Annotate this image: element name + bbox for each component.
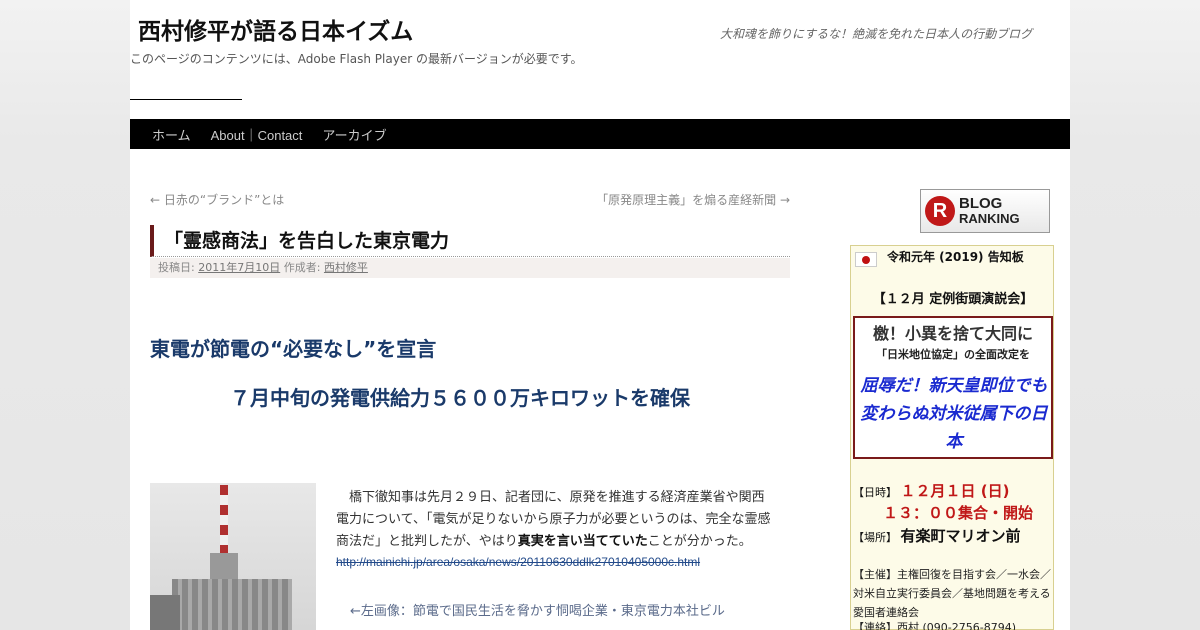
- ranking-text-line1: BLOG: [959, 195, 1003, 212]
- banner-line3: 屈辱だ！新天皇即位でも変わらぬ対米従属下の日本: [860, 376, 1048, 452]
- date-value: １２月１日 (日): [900, 482, 1010, 500]
- organizer-info: 【主催】主権回復を目指す会／一水会／対米自立実行委員会／基地問題を考える愛国者連…: [853, 568, 1051, 619]
- post-title: 「霊感商法」を告白した東京電力: [150, 225, 790, 257]
- nav-item-archive[interactable]: アーカイブ: [312, 125, 396, 144]
- place-label: 【場所】: [853, 531, 897, 544]
- posted-label: 投稿日:: [158, 261, 195, 274]
- ranking-logo-icon: R: [925, 196, 955, 226]
- article-subheadline: ７月中旬の発電供給力５６００万キロワットを確保: [230, 386, 690, 410]
- image-caption: ←左画像：節電で国民生活を脅かす恫喝企業・東京電力本社ビル: [350, 604, 725, 619]
- flash-notice: このページのコンテンツには、Adobe Flash Player の最新バージョ…: [130, 52, 583, 66]
- post-author-link[interactable]: 西村修平: [324, 261, 368, 274]
- event-banner[interactable]: 檄！小異を捨て大同に 「日米地位協定」の全面改定を 屈辱だ！新天皇即位でも変わら…: [853, 316, 1053, 459]
- site-title[interactable]: 西村修平が語る日本イズム: [138, 12, 413, 46]
- page-container: 西村修平が語る日本イズム 大和魂を飾りにするな！絶滅を免れた日本人の行動ブログ …: [130, 0, 1070, 630]
- banner-line1: 檄！小異を捨て大同に: [872, 324, 1033, 343]
- event-place: 【場所】 有楽町マリオン前: [853, 525, 1021, 546]
- post-meta: 投稿日: 2011年7月10日 作成者: 西村修平: [150, 258, 790, 278]
- event-date: 【日時】 １２月１日 (日): [853, 480, 1009, 501]
- divider: [130, 99, 242, 100]
- tepco-building-photo: [150, 483, 316, 630]
- next-post-link[interactable]: 「原発原理主義」を煽る産経新聞 →: [596, 191, 790, 208]
- prev-post-link[interactable]: ← 日赤の“ブランド”とは: [150, 191, 284, 208]
- article-body: 橋下徹知事は先月２９日、記者団に、原発を推進する経済産業省や関西電力について、「…: [336, 487, 776, 553]
- ranking-text-line2: RANKING: [959, 211, 1020, 226]
- contact-info: 【連絡】西村 (090-2756-8794): [853, 621, 1017, 630]
- time-value: １３：００集合・開始: [883, 504, 1034, 522]
- main-nav: ホーム About｜Contact アーカイブ: [130, 119, 1070, 149]
- nav-item-about-contact[interactable]: About｜Contact: [201, 125, 313, 144]
- event-title: 【１２月 定例街頭演説会】: [872, 292, 1034, 307]
- author-label: 作成者:: [283, 261, 321, 274]
- date-label: 【日時】: [853, 486, 897, 499]
- body-text-bold: 真実を言い当てていた: [517, 534, 648, 549]
- ranking-text: BLOG RANKING: [959, 196, 1020, 226]
- place-value: 有楽町マリオン前: [900, 527, 1021, 545]
- banner-line2: 「日米地位協定」の全面改定を: [876, 348, 1030, 361]
- site-description: 大和魂を飾りにするな！絶滅を免れた日本人の行動ブログ: [720, 27, 1033, 41]
- article-headline: 東電が節電の“必要なし”を宣言: [150, 337, 437, 361]
- source-url-link[interactable]: http://mainichi.jp/area/osaka/news/20110…: [336, 555, 700, 569]
- blog-ranking-banner[interactable]: R BLOG RANKING: [920, 189, 1050, 233]
- office-building: [172, 579, 292, 630]
- japan-flag-icon: [855, 252, 877, 267]
- nav-item-home[interactable]: ホーム: [142, 125, 201, 144]
- notice-board: 令和元年 (2019) 告知板 【１２月 定例街頭演説会】 檄！小異を捨て大同に…: [850, 245, 1054, 630]
- body-text-part2: ことが分かった。: [647, 534, 752, 549]
- post-date-link[interactable]: 2011年7月10日: [198, 261, 280, 274]
- notice-board-title: 令和元年 (2019) 告知板: [887, 250, 1024, 264]
- side-building: [150, 595, 180, 630]
